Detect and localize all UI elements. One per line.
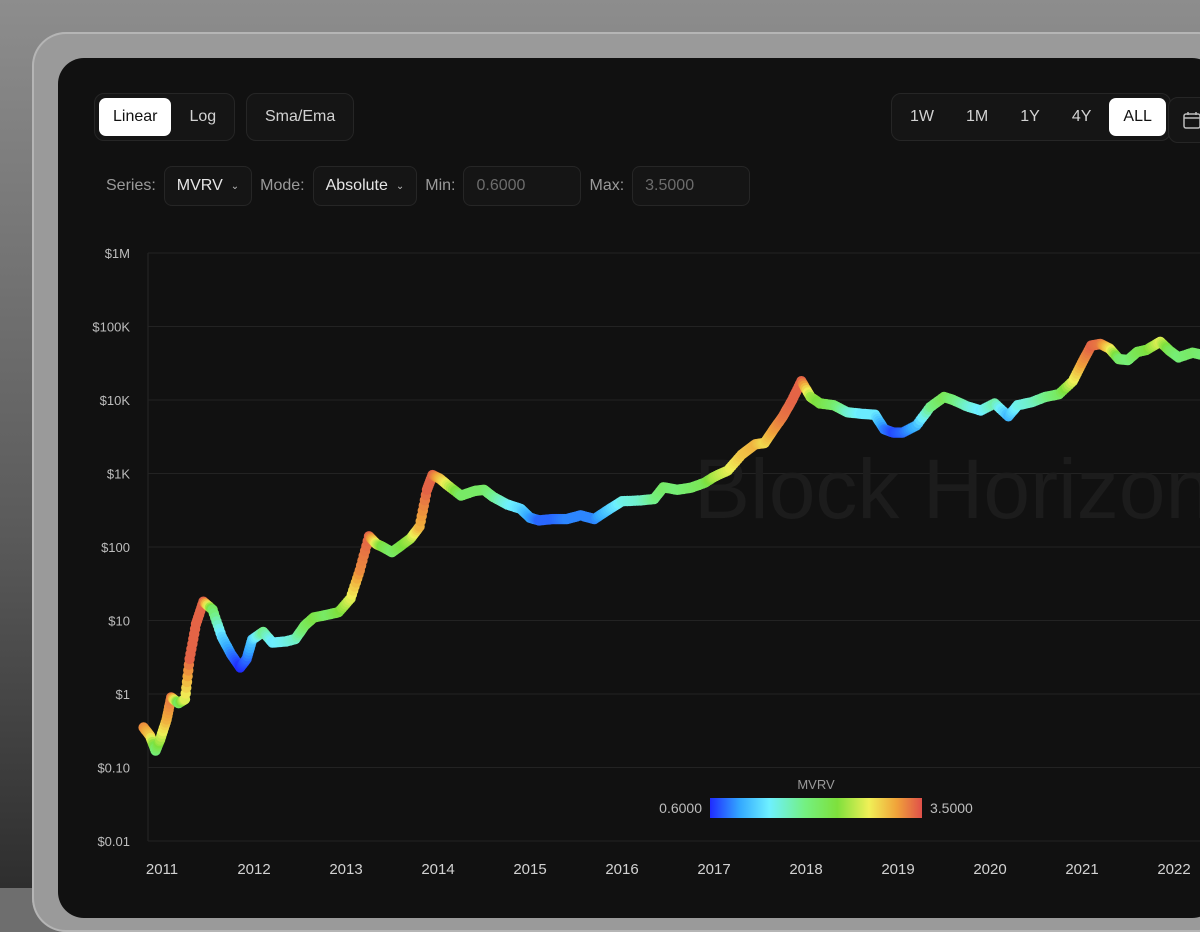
y-tick-label: $100 <box>101 540 130 555</box>
x-tick-label: 2019 <box>881 861 914 878</box>
colorbar-min-label: 0.6000 <box>659 800 702 816</box>
price-chart[interactable]: Block Horizon $1M $100K $10K $1K $100 $10 $1 $0… <box>58 58 1200 888</box>
app-window: Linear Log Sma/Ema 1W 1M 1Y 4Y ALL Serie… <box>58 58 1200 918</box>
y-tick-label: $1K <box>107 467 130 482</box>
x-tick-label: 2020 <box>973 861 1006 878</box>
x-tick-label: 2015 <box>513 861 546 878</box>
grid-lines <box>147 252 1200 842</box>
watermark-text: Block Horizon <box>694 442 1200 536</box>
x-axis-labels: 2011 2012 2013 2014 2015 2016 2017 2018 2019 2020… <box>146 861 1191 878</box>
x-tick-label: 2021 <box>1065 861 1098 878</box>
y-tick-label: $1 <box>116 687 130 702</box>
x-tick-label: 2016 <box>605 861 638 878</box>
colorbar: MVRV 0.6000 3.5000 <box>659 777 973 818</box>
y-tick-label: $0.01 <box>97 834 130 849</box>
x-tick-label: 2014 <box>421 861 454 878</box>
y-axis-labels: $1M $100K $10K $1K $100 $10 $1 $0.10 $0.01 <box>92 246 130 849</box>
x-tick-label: 2013 <box>329 861 362 878</box>
x-tick-label: 2012 <box>237 861 270 878</box>
colorbar-title: MVRV <box>797 777 835 792</box>
x-tick-label: 2022 <box>1157 861 1190 878</box>
x-tick-label: 2017 <box>697 861 730 878</box>
colorbar-max-label: 3.5000 <box>930 800 973 816</box>
y-tick-label: $10 <box>108 614 130 629</box>
y-tick-label: $100K <box>92 320 130 335</box>
y-tick-label: $10K <box>100 393 131 408</box>
y-tick-label: $0.10 <box>97 761 130 776</box>
watermark-logo: Block Horizon <box>694 442 1200 536</box>
x-tick-label: 2011 <box>146 861 178 878</box>
scatter-points <box>138 336 1200 756</box>
y-tick-label: $1M <box>105 246 130 261</box>
colorbar-gradient <box>710 798 922 818</box>
x-tick-label: 2018 <box>789 861 822 878</box>
